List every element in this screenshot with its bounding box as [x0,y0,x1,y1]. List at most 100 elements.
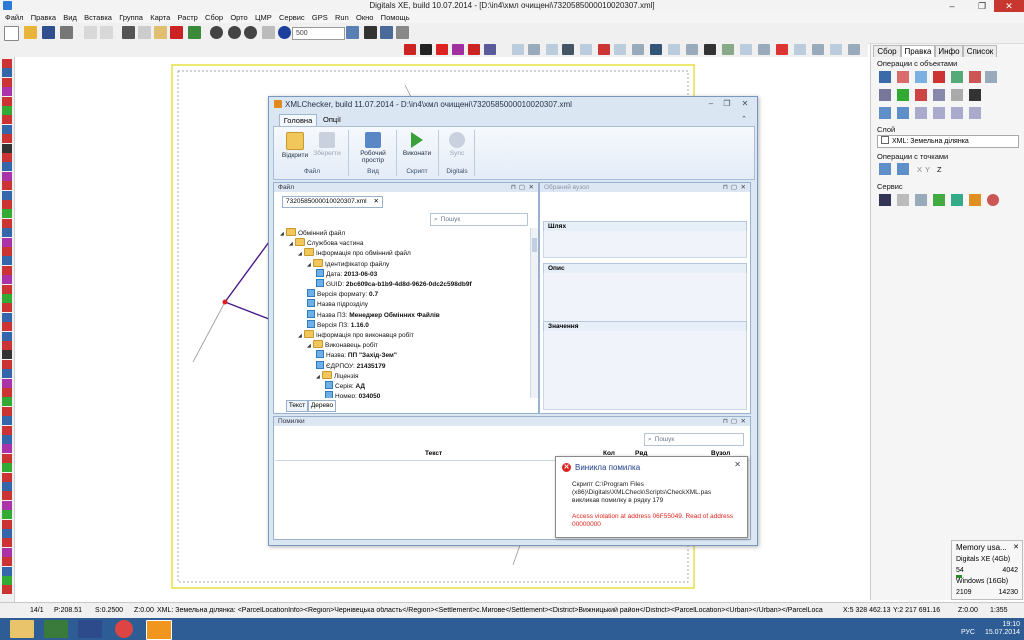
menu-view[interactable]: Вид [63,12,77,23]
left-tool-icon[interactable] [2,256,12,266]
tool-icon[interactable] [776,44,788,55]
tab-info[interactable]: Инфо [935,45,963,57]
point-op-icon[interactable] [897,163,909,175]
left-tool-icon[interactable] [2,576,12,585]
workspace-button[interactable]: Робочий простір [354,132,392,164]
close-icon[interactable]: ✕ [741,417,746,426]
paste-icon[interactable] [154,26,167,39]
minimize-button[interactable]: – [940,0,964,12]
menu-insert[interactable]: Вставка [84,12,112,23]
redo-icon[interactable] [100,26,113,39]
minimize-button[interactable]: – [705,99,717,108]
tree-leaf-node[interactable]: Дата: 2013-06-03 [316,268,377,279]
pin-icon[interactable]: ⊓ [723,417,728,426]
menu-file[interactable]: Файл [5,12,23,23]
service-icon[interactable] [969,194,981,206]
object-op-icon[interactable] [897,71,909,83]
close-icon[interactable]: ✕ [734,460,741,469]
left-tool-icon[interactable] [2,510,12,520]
tool-icon[interactable] [632,44,644,55]
left-tool-icon[interactable] [2,435,12,444]
zoom-in-icon[interactable] [228,26,241,39]
menu-map[interactable]: Карта [150,12,170,23]
left-tool-icon[interactable] [2,303,12,313]
left-tool-icon[interactable] [2,218,12,228]
open-folder-icon[interactable] [24,26,37,39]
tree-folder-node[interactable]: ◢ Ліцензія [316,370,359,381]
xmlchecker-icon[interactable] [146,620,172,640]
object-op-icon[interactable] [915,71,927,83]
left-tool-icon[interactable] [2,275,12,285]
zoom-out-icon[interactable] [244,26,257,39]
tool-icon[interactable] [562,44,574,55]
sync-button[interactable]: Sync [442,132,472,157]
left-tool-icon[interactable] [2,547,12,557]
left-tool-icon[interactable] [2,106,12,115]
tree-leaf-node[interactable]: ЄДРПОУ: 21435179 [316,360,386,371]
object-op-icon[interactable] [879,71,891,83]
tool-icon[interactable] [704,44,716,55]
close-icon[interactable]: ✕ [529,183,534,192]
close-button[interactable]: ✕ [739,99,751,108]
menu-edit[interactable]: Правка [31,12,56,23]
left-tool-icon[interactable] [2,341,12,350]
left-tool-icon[interactable] [2,265,12,275]
object-op-icon[interactable] [915,107,927,119]
tree-folder-node[interactable]: ◢ Інформація про обмінний файл [298,248,411,258]
tree-folder-node[interactable]: ◢ Виконавець робіт [307,340,378,350]
tool-icon[interactable] [758,44,770,55]
left-tool-icon[interactable] [2,228,12,238]
left-tool-icon[interactable] [2,529,12,538]
save-icon[interactable] [78,620,102,638]
left-tool-icon[interactable] [2,406,12,416]
left-tool-icon[interactable] [2,472,12,482]
tool-icon[interactable] [468,44,480,55]
errors-search-input[interactable]: ⌕ Пошук [644,433,744,446]
pan-hand-icon[interactable] [262,26,275,39]
menu-collect[interactable]: Сбор [205,12,223,23]
object-op-icon[interactable] [969,107,981,119]
left-tool-icon[interactable] [2,294,12,303]
object-op-icon[interactable] [897,107,909,119]
tab-options[interactable]: Опції [319,114,345,126]
chrome-icon[interactable] [115,620,133,638]
left-tool-icon[interactable] [2,190,12,200]
left-tool-icon[interactable] [2,425,12,435]
display-icon[interactable] [380,26,393,39]
left-tool-icon[interactable] [2,96,12,106]
left-tool-icon[interactable] [2,162,12,172]
tool-icon[interactable] [404,44,416,55]
left-tool-icon[interactable] [2,200,12,209]
column-text[interactable]: Текст [425,450,442,457]
pin-icon[interactable]: ⊓ [723,183,728,192]
run-button[interactable]: Виконати [400,132,434,157]
float-icon[interactable]: ▢ [519,183,525,192]
tree-folder-node[interactable]: ◢ Інформація про виконавця робіт [298,330,414,340]
zoom-input[interactable]: 500 [292,27,345,40]
left-tool-icon[interactable] [2,388,12,397]
check-icon[interactable] [170,26,183,39]
vertex-point[interactable] [222,299,228,305]
left-tool-icon[interactable] [2,312,12,322]
tool-icon[interactable] [848,44,860,55]
left-tool-icon[interactable] [2,115,12,125]
save-button[interactable]: Зберегти [312,132,342,157]
file-search-input[interactable]: ⌕ Пошук [430,213,528,226]
clock-time[interactable]: 19:10 [1002,621,1020,628]
left-tool-icon[interactable] [2,491,12,501]
tool-icon[interactable] [484,44,496,55]
tree-leaf-node[interactable]: Серія: АД [325,381,365,391]
left-tool-icon[interactable] [2,322,12,332]
tree-leaf-node[interactable]: Номер: 034050 [325,391,380,398]
tab-list[interactable]: Список [963,45,997,57]
tool-icon[interactable] [512,44,524,55]
left-tool-icon[interactable] [2,359,12,369]
document-tab[interactable]: 7320585000010020307.xml ✕ [282,196,383,208]
left-tool-icon[interactable] [2,237,12,247]
tool-icon[interactable] [614,44,626,55]
object-op-icon[interactable] [969,89,981,101]
tool-icon[interactable] [580,44,592,55]
object-op-icon[interactable] [951,71,963,83]
left-tool-icon[interactable] [2,124,12,134]
close-icon[interactable]: ✕ [741,183,746,192]
